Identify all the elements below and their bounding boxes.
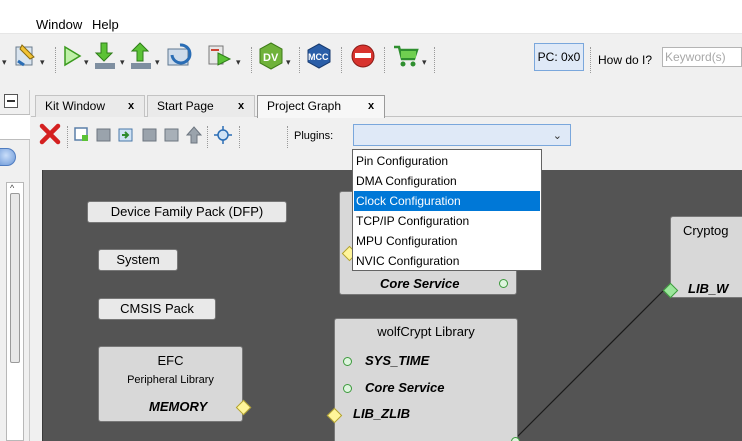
left-panel: ^: [0, 90, 30, 441]
plugin-option-clock-configuration[interactable]: Clock Configuration: [354, 191, 540, 211]
dropdown-arrow-icon[interactable]: ▾: [155, 57, 160, 68]
node-subtitle: Peripheral Library: [127, 374, 214, 386]
scrollbar-thumb[interactable]: [10, 193, 20, 363]
download-icon[interactable]: [92, 41, 118, 71]
keyword-search-input[interactable]: [662, 47, 742, 67]
tab-kit-window[interactable]: Kit Window x: [35, 95, 145, 117]
panel-scrollbar[interactable]: ^: [6, 182, 24, 441]
lib-zlib-port-label: LIB_ZLIB: [353, 406, 411, 421]
globe-icon[interactable]: [0, 148, 16, 166]
wolfcrypt-library-node[interactable]: wolfCrypt Library SYS_TIME Core Service …: [326, 318, 520, 441]
dropdown-arrow-icon[interactable]: ▾: [2, 57, 7, 68]
node-grey-icon[interactable]: [95, 126, 113, 144]
dropdown-arrow-icon[interactable]: ▾: [40, 57, 45, 68]
main-toolbar: ▾ ▾ ▾ ▾ ▾ ▾ DV ▾ MCC ▾ PC: 0x0 How do I?…: [0, 35, 742, 85]
cmsis-pack-node[interactable]: CMSIS Pack: [98, 298, 216, 320]
menu-window[interactable]: Window: [36, 17, 82, 32]
plugins-label: Plugins:: [294, 130, 334, 142]
node-title: wolfCrypt Library: [377, 324, 475, 339]
dropdown-arrow-icon[interactable]: ▾: [422, 57, 427, 68]
plugin-option-dma-configuration[interactable]: DMA Configuration: [354, 171, 540, 191]
editor-tabs: Kit Window x Start Page x Project Graph …: [31, 91, 742, 118]
program-counter-display: PC: 0x0: [534, 43, 584, 71]
plugins-dropdown-list: Pin Configuration DMA Configuration Cloc…: [352, 149, 542, 271]
refresh-icon[interactable]: [166, 43, 194, 69]
svg-text:MCC: MCC: [308, 52, 329, 62]
how-do-i-label: How do I?: [598, 53, 653, 67]
plugin-option-pin-configuration[interactable]: Pin Configuration: [354, 151, 540, 171]
plugin-option-nvic-configuration[interactable]: NVIC Configuration: [354, 251, 540, 271]
tab-label: Project Graph: [267, 99, 342, 113]
system-node[interactable]: System: [98, 249, 178, 271]
connection-line: [514, 288, 666, 440]
discover-icon[interactable]: [350, 43, 376, 69]
dropdown-arrow-icon[interactable]: ▾: [120, 57, 125, 68]
chevron-down-icon[interactable]: ⌄: [553, 129, 562, 142]
svg-text:DV: DV: [263, 52, 279, 64]
dependency-dot-icon[interactable]: [499, 279, 508, 288]
plugin-option-tcpip-configuration[interactable]: TCP/IP Configuration: [354, 211, 540, 231]
tab-start-page[interactable]: Start Page x: [147, 95, 255, 117]
dropdown-arrow-icon[interactable]: ▾: [286, 57, 291, 68]
menu-help[interactable]: Help: [92, 17, 119, 32]
node-grey-2-icon[interactable]: [141, 126, 159, 144]
delete-icon[interactable]: [39, 123, 61, 145]
cryptography-node[interactable]: Cryptog LIB_W: [662, 216, 742, 299]
graph-toolbar: Plugins: ⌄: [31, 118, 742, 152]
scroll-up-icon[interactable]: ^: [10, 183, 14, 193]
tab-label: Start Page: [157, 99, 214, 113]
mcc-icon[interactable]: MCC: [306, 43, 332, 69]
close-icon[interactable]: x: [368, 96, 374, 116]
wizard-icon[interactable]: [14, 43, 38, 69]
node-title: Cryptog: [683, 223, 729, 238]
dropdown-arrow-icon[interactable]: ▾: [84, 57, 89, 68]
sys-time-port-label: SYS_TIME: [365, 353, 430, 368]
node-title: EFC: [157, 353, 184, 368]
node-grey-3-icon[interactable]: [163, 126, 181, 144]
dropdown-arrow-icon[interactable]: ▾: [236, 57, 241, 68]
dependency-dot-icon[interactable]: [343, 384, 352, 393]
efc-peripheral-node[interactable]: EFC Peripheral Library MEMORY: [98, 346, 252, 422]
tab-label: Kit Window: [45, 99, 106, 113]
data-visualizer-icon[interactable]: DV: [258, 42, 284, 70]
minimize-panel-button[interactable]: [4, 94, 18, 108]
run-icon[interactable]: [62, 45, 82, 67]
close-icon[interactable]: x: [128, 96, 134, 116]
panel-input-area[interactable]: [0, 114, 30, 140]
dependency-dot-icon[interactable]: [511, 437, 520, 441]
core-service-port-label: Core Service: [365, 380, 445, 395]
lib-w-port-label: LIB_W: [688, 281, 729, 296]
dependency-dot-icon[interactable]: [343, 357, 352, 366]
memory-port-label: MEMORY: [149, 399, 208, 414]
plugins-combobox[interactable]: ⌄: [353, 124, 571, 146]
upload-icon[interactable]: [128, 41, 154, 71]
fit-icon[interactable]: [213, 125, 233, 145]
tab-project-graph[interactable]: Project Graph x: [257, 95, 385, 118]
cart-icon[interactable]: [392, 43, 420, 69]
menu-bar: Window Help: [0, 0, 742, 34]
arrow-up-icon[interactable]: [185, 125, 203, 145]
plugin-option-mpu-configuration[interactable]: MPU Configuration: [354, 231, 540, 251]
close-icon[interactable]: x: [238, 96, 244, 116]
core-service-port-label: Core Service: [380, 276, 460, 291]
node-import-icon[interactable]: [117, 126, 135, 144]
new-node-icon[interactable]: [73, 126, 91, 144]
project-icon[interactable]: [206, 43, 234, 69]
device-family-pack-node[interactable]: Device Family Pack (DFP): [87, 201, 287, 223]
